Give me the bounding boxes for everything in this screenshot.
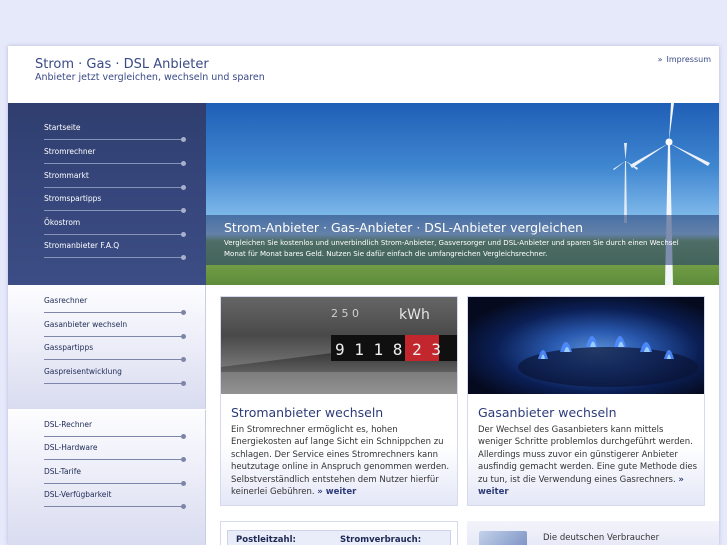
nav-label: Startseite <box>44 123 81 132</box>
nav-item-stromrechner[interactable]: Stromrechner <box>44 140 186 166</box>
card-title[interactable]: Gasanbieter wechseln <box>478 405 617 420</box>
electricity-meter-image: 2 5 0 kWh 9 1 1 8 2 3 <box>221 297 457 394</box>
nav-label: Strommarkt <box>44 171 89 180</box>
nav-label: DSL-Hardware <box>44 443 98 452</box>
page-frame: Strom · Gas · DSL Anbieter Anbieter jetz… <box>8 46 719 545</box>
site-subtitle: Anbieter jetzt vergleichen, wechseln und… <box>35 72 265 83</box>
nav-label: Stromspartipps <box>44 194 102 203</box>
nav-label: Gasanbieter wechseln <box>44 320 128 329</box>
impressum-label: Impressum <box>666 55 711 64</box>
nav-item-gasspartipps[interactable]: Gasspartipps <box>44 336 186 362</box>
impressum-bullet-icon: » <box>657 55 663 64</box>
nav-item-gasrechner[interactable]: Gasrechner <box>44 289 186 315</box>
site-title[interactable]: Strom · Gas · DSL Anbieter <box>35 57 209 72</box>
nav-label: DSL-Tarife <box>44 467 81 476</box>
bullet-icon <box>181 381 186 386</box>
bullet-icon <box>181 504 186 509</box>
wind-turbine-small-icon <box>613 143 638 223</box>
nav-item-startseite[interactable]: Startseite <box>44 116 186 142</box>
gas-flame-image <box>468 297 704 394</box>
nav-label: DSL-Verfügbarkeit <box>44 490 112 499</box>
nav-label: Gaspreisentwicklung <box>44 367 122 376</box>
nav-item-oekostrom[interactable]: Ökostrom <box>44 211 186 237</box>
nav-item-dsl-tarife[interactable]: DSL-Tarife <box>44 460 186 486</box>
calculator-header: Postleitzahl: Stromverbrauch: <box>227 530 451 545</box>
nav-item-dsl-verfuegbarkeit[interactable]: DSL-Verfügbarkeit <box>44 483 186 509</box>
strom-calculator: Postleitzahl: Stromverbrauch: <box>220 521 458 545</box>
teaser-image <box>479 531 527 545</box>
nav-item-stromanbieter-faq[interactable]: Stromanbieter F.A.Q <box>44 234 186 260</box>
card-gas: Gasanbieter wechseln Der Wechsel des Gas… <box>467 296 705 506</box>
nav-item-dsl-hardware[interactable]: DSL-Hardware <box>44 436 186 462</box>
teaser-box: Die deutschen Verbraucher <box>467 521 719 545</box>
nav-item-gasanbieter-wechseln[interactable]: Gasanbieter wechseln <box>44 313 186 339</box>
teaser-text: Die deutschen Verbraucher <box>543 533 660 543</box>
meter-top-digits: 2 5 0 <box>331 307 359 320</box>
nav-gas: Gasrechner Gasanbieter wechseln Gasspart… <box>8 285 206 409</box>
stromverbrauch-label: Stromverbrauch: <box>340 535 422 545</box>
card-text: Der Wechsel des Gasanbieters kann mittel… <box>478 424 698 498</box>
impressum-link[interactable]: » Impressum <box>658 55 711 64</box>
nav-item-dsl-rechner[interactable]: DSL-Rechner <box>44 413 186 439</box>
gas-flame-illustration <box>518 336 698 387</box>
nav-item-gaspreisentwicklung[interactable]: Gaspreisentwicklung <box>44 360 186 386</box>
meter-digits: 9 1 1 8 2 3 <box>335 340 441 359</box>
card-text: Ein Stromrechner ermöglicht es, hohen En… <box>231 424 451 498</box>
nav-label: Stromrechner <box>44 147 96 156</box>
nav-item-stromspartipps[interactable]: Stromspartipps <box>44 187 186 213</box>
nav-label: Gasspartipps <box>44 343 94 352</box>
more-link[interactable]: » weiter <box>317 487 356 497</box>
bullet-icon <box>181 255 186 260</box>
nav-label: Gasrechner <box>44 296 88 305</box>
meter-illustration: 2 5 0 kWh 9 1 1 8 2 3 <box>221 297 457 394</box>
nav-label: Stromanbieter F.A.Q <box>44 241 120 250</box>
card-title[interactable]: Stromanbieter wechseln <box>231 405 383 420</box>
nav-item-strommarkt[interactable]: Strommarkt <box>44 164 186 190</box>
hero-banner: Strom-Anbieter · Gas-Anbieter · DSL-Anbi… <box>206 103 719 285</box>
card-strom: 2 5 0 kWh 9 1 1 8 2 3 Stromanbieter wech… <box>220 296 458 506</box>
hero-text: Vergleichen Sie kostenlos und unverbindl… <box>224 239 679 258</box>
nav-strom: Startseite Stromrechner Strommarkt Strom… <box>8 103 206 285</box>
nav-label: DSL-Rechner <box>44 420 93 429</box>
hero-title: Strom-Anbieter · Gas-Anbieter · DSL-Anbi… <box>224 220 584 235</box>
postleitzahl-label: Postleitzahl: <box>236 535 296 545</box>
nav-label: Ökostrom <box>44 218 81 227</box>
meter-unit-label: kWh <box>399 307 430 323</box>
site-header: Strom · Gas · DSL Anbieter Anbieter jetz… <box>8 46 719 103</box>
nav-dsl: DSL-Rechner DSL-Hardware DSL-Tarife DSL-… <box>8 410 206 545</box>
card-body: Der Wechsel des Gasanbieters kann mittel… <box>478 425 698 485</box>
